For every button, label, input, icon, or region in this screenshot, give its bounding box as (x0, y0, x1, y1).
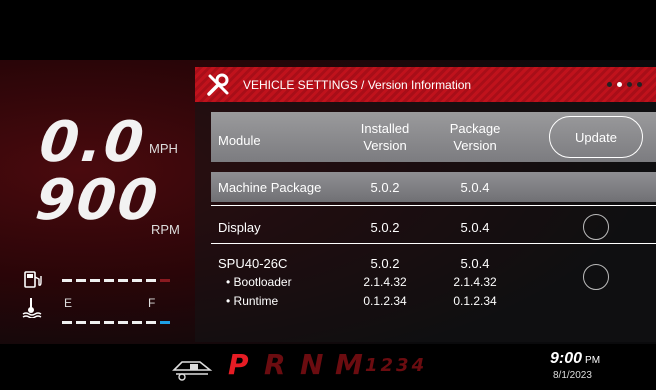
boat-trailer-icon (172, 361, 213, 381)
temp-label-f: F (148, 296, 156, 310)
gear-n[interactable]: N (300, 348, 323, 381)
clock-ampm: PM (585, 355, 601, 366)
select-display-radio[interactable] (583, 214, 609, 240)
row-package: 5.0.4 (460, 256, 490, 271)
breadcrumb: VEHICLE SETTINGS / Version Information (243, 78, 472, 92)
page-dot[interactable] (607, 82, 612, 87)
sub-installed: 2.1.4.32 (363, 275, 407, 289)
row-divider (211, 205, 656, 206)
sub-package: 0.1.2.34 (453, 294, 497, 308)
column-header-module: Module (218, 133, 261, 148)
row-package: 5.0.4 (460, 220, 490, 235)
rpm-readout: 900 (32, 168, 163, 233)
select-spu-radio[interactable] (583, 264, 609, 290)
gear-p[interactable]: P (228, 348, 249, 381)
row-installed: 5.0.2 (370, 180, 400, 195)
clock: 9:00 PM (550, 350, 600, 368)
gear-numbers: 1234 (365, 355, 428, 376)
sub-package: 2.1.4.32 (453, 275, 497, 289)
row-installed: 5.0.2 (370, 220, 400, 235)
row-module: Machine Package (218, 180, 322, 195)
rpm-unit: RPM (151, 222, 180, 237)
temp-level-bar (62, 321, 170, 324)
row-module: Display (218, 220, 261, 235)
row-installed: 5.0.2 (370, 256, 400, 271)
gear-m[interactable]: M (335, 348, 363, 381)
page-dot-active[interactable] (617, 82, 622, 87)
top-black-bar (0, 0, 656, 60)
date: 8/1/2023 (553, 370, 592, 381)
fuel-pump-icon (24, 271, 42, 288)
fuel-level-bar (62, 279, 170, 282)
row-package: 5.0.4 (460, 180, 490, 195)
speed-readout: 0.0 (36, 110, 149, 175)
update-button[interactable]: Update (549, 116, 643, 158)
row-module: SPU40-26C (218, 256, 288, 271)
page-dot[interactable] (637, 82, 642, 87)
speed-unit: MPH (149, 141, 178, 156)
sub-module: • Runtime (226, 294, 279, 308)
column-header-installed: Installed Version (360, 121, 410, 153)
panel-header: VEHICLE SETTINGS / Version Information (195, 67, 656, 102)
page-dot[interactable] (627, 82, 632, 87)
wrench-screwdriver-icon (207, 73, 229, 96)
row-divider (211, 243, 656, 244)
coolant-temp-icon (22, 298, 42, 318)
sub-installed: 0.1.2.34 (363, 294, 407, 308)
clock-time: 9:00 (550, 350, 583, 367)
gear-r[interactable]: R (264, 348, 286, 381)
temp-label-e: E (64, 296, 73, 310)
page-indicator (607, 82, 642, 87)
sub-module: • Bootloader (226, 275, 292, 289)
column-header-package: Package Version (449, 121, 501, 153)
